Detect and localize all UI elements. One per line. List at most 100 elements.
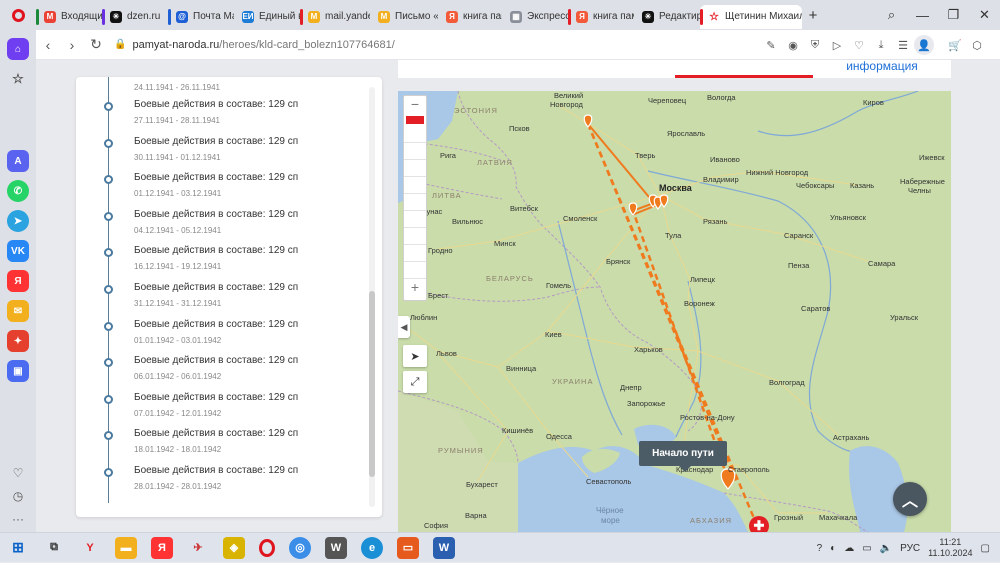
word-icon[interactable]: W bbox=[433, 536, 455, 559]
timeline-dot bbox=[104, 285, 113, 294]
zoom-out-button[interactable]: − bbox=[404, 96, 426, 114]
app-icon[interactable]: ✈ bbox=[187, 537, 209, 559]
timeline-dot bbox=[104, 358, 113, 368]
collapse-panel-button[interactable]: ◀ bbox=[398, 316, 410, 338]
telegram-icon[interactable]: ➤ bbox=[7, 210, 29, 232]
timeline-dot bbox=[104, 211, 113, 221]
restore-button[interactable]: ❐ bbox=[938, 7, 969, 23]
tab-0[interactable]: M Входящие bbox=[36, 5, 102, 29]
language-indicator[interactable]: РУС bbox=[900, 543, 920, 554]
tab-4[interactable]: Mmail.yande bbox=[300, 5, 370, 29]
clock[interactable]: 11:21 11.10.2024 bbox=[928, 537, 972, 559]
tab-3[interactable]: ЕИ Единый вх bbox=[234, 5, 300, 29]
timeline-entry[interactable]: Боевые действия в составе: 129 сп 27.11.1… bbox=[76, 98, 366, 132]
tab-label: книга пам bbox=[593, 11, 634, 22]
volume-icon[interactable]: ◐ bbox=[830, 543, 836, 554]
speaker-icon[interactable]: 🔈 bbox=[880, 543, 892, 554]
notifications-icon[interactable]: ▢ bbox=[981, 543, 990, 554]
yandex-browser-icon[interactable]: Y bbox=[79, 537, 101, 559]
system-tray: ? ◐ ☁ ▭ 🔈 РУС 11:21 11.10.2024 ▢ bbox=[817, 533, 990, 563]
medical-marker-icon[interactable]: ✚ bbox=[749, 516, 769, 532]
play-icon[interactable]: ▷ bbox=[826, 39, 848, 52]
tab-6[interactable]: Якнига пам bbox=[438, 5, 502, 29]
heart-icon[interactable]: ♡ bbox=[13, 466, 24, 480]
city-label: Харьков bbox=[634, 345, 663, 354]
tab-7[interactable]: ▦ Экспресс- bbox=[502, 5, 568, 29]
tab-9[interactable]: ✳ Редактиро bbox=[634, 5, 700, 29]
home-icon[interactable]: ⌂ bbox=[7, 38, 29, 60]
profile-icon[interactable]: 👤 bbox=[914, 35, 934, 55]
cube-icon[interactable]: ⬡ bbox=[966, 39, 988, 52]
timeline-dot bbox=[104, 431, 113, 441]
yandex-icon[interactable]: Я bbox=[151, 536, 173, 559]
chrome-icon[interactable]: ◎ bbox=[289, 536, 311, 559]
game-icon[interactable]: ✦ bbox=[7, 330, 29, 352]
windows-start-icon[interactable]: ⊞ bbox=[7, 537, 29, 559]
reload-button[interactable]: ↻ bbox=[84, 36, 108, 53]
opera-logo-icon[interactable] bbox=[0, 0, 36, 30]
network-icon[interactable]: ▭ bbox=[862, 543, 871, 554]
locate-icon[interactable]: ➤ bbox=[403, 345, 427, 367]
back-button[interactable]: ‹ bbox=[36, 37, 60, 53]
mail-icon[interactable]: ✉ bbox=[7, 300, 29, 322]
timeline-entry[interactable]: Боевые действия в составе: 129 сп 31.12.1… bbox=[76, 281, 366, 315]
zoom-in-button[interactable]: + bbox=[404, 279, 426, 297]
clock-time: 11:21 bbox=[939, 537, 962, 547]
more-icon[interactable]: ··· bbox=[12, 512, 24, 526]
timeline-entry[interactable]: Боевые действия в составе: 129 сп 16.12.1… bbox=[76, 244, 366, 278]
timeline-entry[interactable]: Боевые действия в составе: 129 сп 30.11.1… bbox=[76, 135, 366, 169]
yandex-icon[interactable]: Я bbox=[7, 270, 29, 292]
timeline-scrollbar[interactable] bbox=[369, 87, 375, 507]
timeline-scroll-thumb[interactable] bbox=[369, 291, 375, 477]
minimize-button[interactable]: — bbox=[907, 8, 938, 23]
vpn-icon[interactable]: ▣ bbox=[7, 360, 29, 382]
file-explorer-icon[interactable]: ▬ bbox=[115, 536, 137, 559]
edit-icon[interactable]: ✎ bbox=[760, 39, 782, 52]
zoom-level-indicator[interactable] bbox=[404, 114, 426, 126]
address-bar: ‹ › ↻ 🔒 pamyat-naroda.ru/heroes/kld-card… bbox=[36, 30, 1000, 60]
help-icon[interactable]: ? bbox=[817, 543, 823, 554]
fullscreen-icon[interactable]: ⤢ bbox=[403, 371, 427, 393]
tab-8[interactable]: Якнига пам bbox=[568, 5, 634, 29]
download-icon[interactable]: ⤓ bbox=[870, 39, 892, 52]
route-map[interactable]: Великий Новгород Череповец Вологда Киров Пско… bbox=[398, 91, 951, 532]
cart-icon[interactable]: 🛒 bbox=[944, 39, 966, 52]
opera-taskbar-icon[interactable] bbox=[259, 538, 275, 557]
city-label: Львов bbox=[436, 349, 457, 358]
cloud-icon[interactable]: ☁ bbox=[844, 543, 854, 554]
tab-1[interactable]: ✳ dzen.ru bbox=[102, 5, 168, 29]
tab-2[interactable]: @ Почта Mail bbox=[168, 5, 234, 29]
game-icon[interactable]: W bbox=[325, 536, 347, 559]
timeline-entry[interactable]: Боевые действия в составе: 129 сп 06.01.1… bbox=[76, 354, 366, 388]
scroll-to-top-button[interactable]: ︿ bbox=[893, 482, 927, 516]
timeline-entry[interactable]: Боевые действия в составе: 129 сп 28.01.1… bbox=[76, 464, 366, 498]
search-tabs-icon[interactable]: ⌕ bbox=[876, 7, 907, 23]
history-icon[interactable]: ◷ bbox=[13, 489, 23, 503]
aria-icon[interactable]: A bbox=[7, 150, 29, 172]
shield-icon[interactable]: ⛨ bbox=[804, 39, 826, 52]
close-window-button[interactable]: ✕ bbox=[969, 7, 1000, 23]
settings-icon[interactable]: ☰ bbox=[892, 39, 914, 52]
tab-5[interactable]: M Письмо «Г bbox=[370, 5, 438, 29]
camera-icon[interactable]: ◉ bbox=[782, 39, 804, 52]
city-label: Одесса bbox=[546, 432, 572, 441]
timeline-entry[interactable]: Боевые действия в составе: 129 сп 04.12.1… bbox=[76, 208, 366, 242]
forward-button[interactable]: › bbox=[60, 37, 84, 53]
new-tab-button[interactable]: + bbox=[802, 4, 824, 26]
whatsapp-icon[interactable]: ✆ bbox=[7, 180, 29, 202]
heart-icon[interactable]: ♡ bbox=[848, 39, 870, 52]
star-icon[interactable]: ☆ bbox=[7, 68, 29, 90]
app-icon[interactable]: ▭ bbox=[397, 536, 419, 559]
tab-information[interactable]: информация bbox=[813, 60, 951, 72]
tab-10[interactable]: ☆Щетинин Михаил✕ bbox=[700, 4, 802, 29]
edge-icon[interactable]: e bbox=[361, 536, 383, 559]
timeline-entry[interactable]: Боевые действия в составе: 129 сп 18.01.1… bbox=[76, 427, 366, 461]
timeline-entry[interactable]: Боевые действия в составе: 129 сп 01.12.1… bbox=[76, 171, 366, 205]
timeline-entry[interactable]: Боевые действия в составе: 129 сп 01.01.1… bbox=[76, 318, 366, 352]
task-view-icon[interactable]: ⧉ bbox=[43, 537, 65, 559]
url-field[interactable]: 🔒 pamyat-naroda.ru/heroes/kld-card_bolez… bbox=[114, 39, 395, 51]
timeline-entry[interactable]: Боевые действия в составе: 129 сп 07.01.1… bbox=[76, 391, 366, 425]
app-icon[interactable]: ◈ bbox=[223, 536, 245, 559]
zoom-control[interactable]: − + bbox=[403, 95, 427, 301]
vk-icon[interactable]: VK bbox=[7, 240, 29, 262]
